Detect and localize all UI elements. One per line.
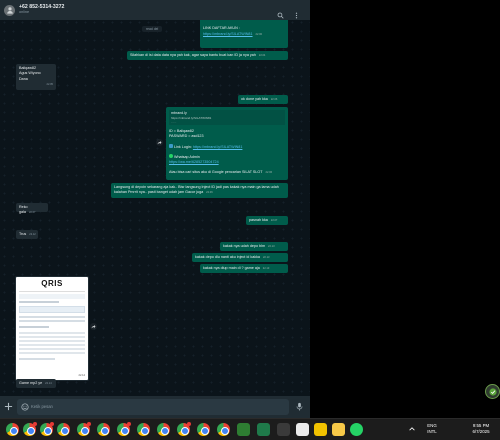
message-out[interactable]: mbrand.ly https://mbrand.ly/SILATWIN81 .… [166, 107, 288, 180]
chrome-icon[interactable] [117, 422, 131, 436]
message-text: Silahkan di isi data data nya yah kak, a… [130, 53, 256, 57]
message-in[interactable]: Game mp2 ye 22.14 [16, 379, 56, 388]
language-indicator[interactable]: ENG INTL [424, 423, 440, 434]
emoji-icon[interactable] [21, 403, 29, 411]
message-text: kakak depo dlu nanti aku inject id kakka [195, 255, 260, 259]
more-icon [295, 12, 298, 19]
whatsapp-icon[interactable] [350, 423, 363, 436]
forward-icon [91, 325, 96, 329]
menu-button[interactable] [293, 6, 300, 19]
app-icon[interactable] [277, 423, 290, 436]
message-time: 22.12 [29, 233, 36, 236]
message-out[interactable]: pasnah kka 22.07 [246, 216, 288, 225]
clock-date: 6/7/2025 [472, 428, 490, 434]
chat-header[interactable]: +62 852-5314-3272 online [0, 0, 310, 20]
chrome-icon[interactable] [40, 422, 54, 436]
message-time: 22.07 [270, 219, 278, 222]
message-out[interactable]: ok done yah kka 22.06 [238, 95, 288, 104]
plus-icon[interactable] [4, 402, 13, 411]
message-text: Game mp2 ye [19, 381, 43, 385]
chrome-icon[interactable] [197, 423, 210, 436]
message-text: Langsung di depoin sekarang aja kak.. Bi… [114, 185, 279, 195]
app-icon[interactable] [332, 423, 345, 436]
compose-bar: Ketik pesan [0, 396, 310, 418]
message-time: 22.00 [255, 32, 263, 36]
message-link[interactable]: https://mbrand.ly/SILATWIN81 [203, 32, 253, 36]
message-text: Atau bisa cari situs aku di Google penca… [169, 169, 263, 174]
message-time: 22.05 [46, 83, 54, 87]
forward-icon [157, 141, 162, 145]
excel-icon[interactable] [257, 423, 270, 436]
message-time: 22.07 [28, 211, 36, 215]
message-time: 22.14 [78, 373, 86, 377]
message-in[interactable]: Baliqaw82 Agus Wiyono Dana 22.05 [16, 64, 56, 90]
message-text: ok done yah kka [241, 97, 268, 101]
contact-status: online [19, 10, 30, 15]
search-button[interactable] [277, 6, 284, 19]
message-time: 22.14 [45, 382, 52, 385]
chrome-icon[interactable] [97, 423, 110, 436]
sticky-notes-icon[interactable] [314, 423, 327, 436]
message-time: 22.13 [268, 245, 275, 248]
qris-logo: QRIS [41, 278, 63, 288]
message-text: Whatsap Admin [174, 155, 200, 160]
chrome-icon[interactable] [77, 422, 91, 436]
message-out[interactable]: kakak nya udah depo blm 22.13 [220, 242, 288, 251]
link-preview[interactable]: mbrand.ly https://mbrand.ly/SILATWIN81 .… [169, 110, 285, 126]
message-out[interactable]: Langsung di depoin sekarang aja kak.. Bi… [111, 183, 288, 198]
chrome-icon[interactable] [157, 423, 170, 436]
image-message[interactable]: QRIS 22.14 [15, 276, 89, 381]
link-icon [169, 143, 173, 148]
message-time: 22.13 [262, 256, 270, 259]
message-text: Link Login: [174, 144, 192, 149]
message-input[interactable]: Ketik pesan [17, 399, 289, 415]
chrome-icon[interactable] [57, 423, 70, 436]
whatsapp-icon [169, 154, 173, 159]
screen: +62 852-5314-3272 online Nomor HP LINK D… [0, 0, 500, 440]
floating-app-button[interactable] [485, 384, 500, 399]
app-icon[interactable] [237, 423, 250, 436]
taskbar: ENG INTL 9:55 PM 6/7/2025 [0, 418, 500, 440]
message-link[interactable]: https://wa.me/6285273504724 [169, 160, 219, 164]
message-time: 22.04 [258, 54, 266, 57]
chat-pane: +62 852-5314-3272 online Nomor HP LINK D… [0, 0, 310, 418]
chrome-icon[interactable] [217, 423, 230, 436]
desktop-background [310, 0, 500, 418]
qris-receipt-image[interactable]: QRIS 22.14 [16, 277, 88, 380]
app-launcher-icon [488, 387, 497, 396]
message-text: kakak nya diup main di ? game aja [203, 266, 260, 270]
notepad-icon[interactable] [296, 423, 309, 436]
chevron-up-icon[interactable] [408, 425, 416, 433]
message-text: Trus [19, 232, 27, 236]
forward-button[interactable] [156, 139, 163, 146]
clock[interactable]: 9:55 PM 6/7/2025 [466, 423, 496, 434]
mic-icon[interactable] [295, 402, 304, 411]
message-time: 22.06 [270, 98, 278, 101]
message-text: Reko gala [19, 205, 28, 215]
message-input-placeholder: Ketik pesan [31, 404, 53, 409]
chrome-icon[interactable] [23, 422, 37, 436]
search-icon [277, 12, 284, 19]
chrome-icon[interactable] [137, 423, 150, 436]
message-out[interactable]: kakak nya diup main di ? game aja 22.13 [200, 264, 288, 273]
message-text: PASWARD = asd123 [169, 134, 204, 139]
message-text: kakak nya udah depo blm [223, 244, 266, 248]
message-time: 22.06 [206, 191, 213, 195]
message-in[interactable]: Reko gala 22.07 [16, 203, 48, 215]
chrome-icon[interactable] [177, 422, 191, 436]
avatar[interactable] [4, 4, 15, 16]
message-out[interactable]: kakak depo dlu nanti aku inject id kakka… [192, 253, 288, 262]
message-text: pasnah kka [249, 218, 268, 222]
message-link[interactable]: https://mbrand.ly/SILATWIN81 [193, 145, 243, 149]
message-in[interactable]: Trus 22.12 [16, 230, 38, 239]
message-time: 22.13 [262, 267, 270, 270]
message-out[interactable]: Silahkan di isi data data nya yah kak, a… [127, 51, 288, 60]
person-icon [6, 7, 13, 14]
forward-button[interactable] [90, 323, 97, 330]
keyboard-layout: INTL [427, 428, 437, 434]
chrome-icon[interactable] [6, 423, 19, 436]
system-label: read del [142, 26, 163, 32]
message-time: 22.06 [265, 170, 273, 174]
